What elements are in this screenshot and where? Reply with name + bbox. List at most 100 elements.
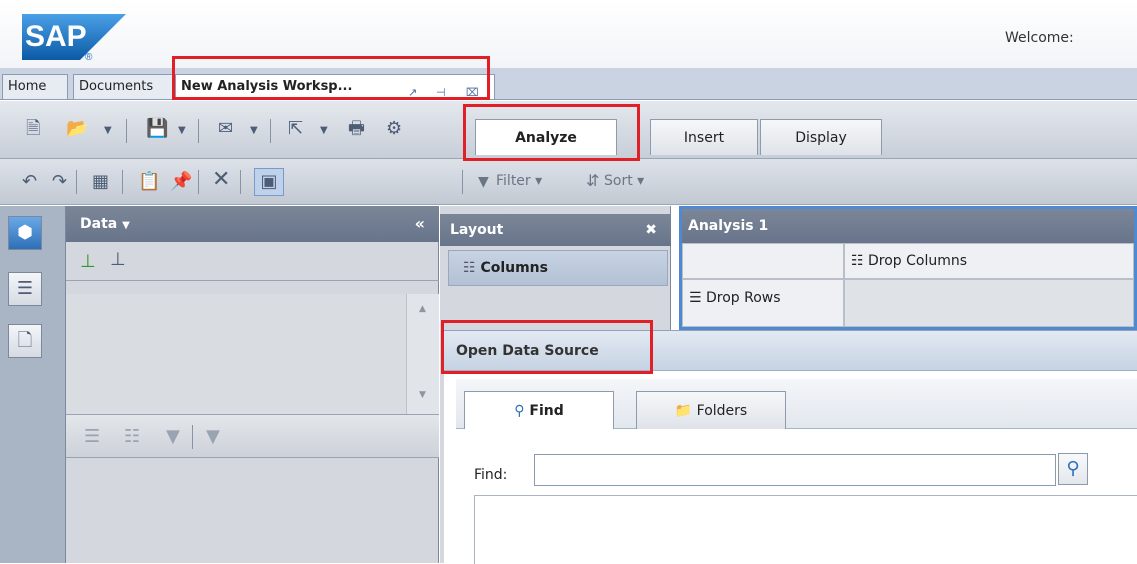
folder-icon: 📁 <box>674 403 693 419</box>
drop-columns-zone[interactable]: ☷ Drop Columns <box>844 243 1134 279</box>
analysis-title-bar: Analysis 1 <box>682 209 1134 243</box>
open-dropdown-icon[interactable]: ▼ <box>104 121 112 141</box>
save-dropdown-icon[interactable]: ▼ <box>178 121 186 141</box>
columns-section[interactable]: ☷ Columns <box>448 250 668 286</box>
separator <box>76 170 77 194</box>
filter-data-icon[interactable]: ▼ <box>166 427 180 447</box>
separator <box>126 119 127 143</box>
data-scrollbar[interactable]: ▲ ▼ <box>406 294 439 414</box>
sort-icon[interactable]: ⇵ <box>586 171 599 191</box>
drop-columns-icon: ☷ <box>851 253 864 269</box>
scroll-up-icon[interactable]: ▲ <box>419 304 426 314</box>
separator <box>198 170 199 194</box>
highlight-box-open-data-source <box>441 320 653 374</box>
data-dropdown-icon[interactable]: ▼ <box>122 220 130 231</box>
data-tree-area[interactable] <box>66 294 406 414</box>
separator <box>462 170 463 194</box>
highlight-box-analyze-tab <box>463 104 640 161</box>
drop-rows-zone[interactable]: ☰ Drop Rows <box>682 279 844 327</box>
export-dropdown-icon[interactable]: ▼ <box>320 121 328 141</box>
sort-menu[interactable]: Sort ▾ <box>604 173 644 189</box>
data-tools-bar: ☰ ☷ ▼ ▼ <box>66 414 439 458</box>
scroll-down-icon[interactable]: ▼ <box>419 390 426 400</box>
app-header: SAP ® Welcome: <box>0 0 1137 68</box>
collapse-panel-icon[interactable]: « <box>415 206 425 242</box>
data-area <box>844 279 1134 327</box>
find-input[interactable] <box>534 454 1056 486</box>
add-to-rows-icon[interactable]: ☰ <box>84 427 100 447</box>
columns-icon: ☷ <box>463 260 476 276</box>
columns-label: Columns <box>480 260 548 276</box>
export-icon[interactable]: ⇱ <box>288 119 303 139</box>
document-icon[interactable]: 🗋 <box>8 324 42 358</box>
separator <box>270 119 271 143</box>
tab-folders[interactable]: 📁 Folders <box>636 391 786 429</box>
redo-icon[interactable]: ↷ <box>52 172 67 192</box>
tab-insert[interactable]: Insert <box>650 119 758 155</box>
paste-icon[interactable]: 📌 <box>170 172 192 192</box>
tab-insert-label: Insert <box>683 130 725 146</box>
tab-home[interactable]: Home <box>2 74 68 99</box>
add-to-columns-icon[interactable]: ☷ <box>124 427 140 447</box>
email-dropdown-icon[interactable]: ▼ <box>250 121 258 141</box>
tab-home-label: Home <box>8 79 47 94</box>
svg-text:SAP: SAP <box>25 20 87 53</box>
search-results-list[interactable] <box>474 495 1137 564</box>
drop-rows-icon: ☰ <box>689 290 702 306</box>
open-folder-icon[interactable]: 📂 <box>66 119 88 139</box>
document-tab-bar: Home Documents New Analysis Worksp... ↗ … <box>0 68 1137 100</box>
welcome-text: Welcome: <box>1005 30 1074 46</box>
data-panel-header: Data ▼ « <box>66 206 439 242</box>
data-panel-title[interactable]: Data <box>80 216 117 232</box>
email-icon[interactable]: ✉ <box>218 119 233 139</box>
tab-find[interactable]: ⚲ Find <box>464 391 614 429</box>
separator <box>122 170 123 194</box>
tab-documents[interactable]: Documents <box>73 74 173 99</box>
filter-icon[interactable]: ▼ <box>478 172 489 192</box>
close-layout-icon[interactable]: ✖ <box>645 214 657 246</box>
data-panel: Data ▼ « ⊥ ⊥ ▲ ▼ ☰ ☷ ▼ ▼ <box>66 206 439 563</box>
settings-icon[interactable]: ⚙ <box>386 119 402 139</box>
add-data-source-icon[interactable]: ⊥ <box>80 252 96 272</box>
find-label: Find: <box>474 467 508 483</box>
highlight-box-workspace-tab <box>172 56 490 100</box>
new-document-icon[interactable]: 🗎 <box>26 119 40 139</box>
separator <box>198 119 199 143</box>
drop-columns-label: Drop Columns <box>868 253 968 269</box>
layout-panel-header: Layout ✖ <box>440 214 671 246</box>
filter-options-icon[interactable]: ▼ <box>206 427 220 447</box>
undo-icon[interactable]: ↶ <box>22 172 37 192</box>
sort-label: Sort <box>604 173 633 189</box>
secondary-toolbar: ↶ ↷ ▦ 📋 📌 ✕ ▣ ▼ Filter ▾ ⇵ Sort ▾ <box>0 159 1137 205</box>
properties-icon[interactable]: ☰ <box>8 272 42 306</box>
save-icon[interactable]: 💾 <box>146 119 168 139</box>
print-icon[interactable]: 🖶 <box>348 119 365 139</box>
drop-rows-label: Drop Rows <box>706 290 781 306</box>
filter-menu[interactable]: Filter ▾ <box>496 173 542 189</box>
sap-logo: SAP ® <box>22 14 126 63</box>
tab-display-label: Display <box>795 130 847 146</box>
toggle-panel-icon[interactable]: ▣ <box>254 168 284 196</box>
swap-axes-icon[interactable]: ▦ <box>92 172 109 192</box>
delete-icon[interactable]: ✕ <box>212 169 230 191</box>
divider <box>66 280 439 281</box>
svg-text:®: ® <box>85 52 93 60</box>
analysis-title: Analysis 1 <box>688 218 769 234</box>
dialog-body: ⚲ Find 📁 Folders Find: ⚲ <box>444 371 1137 564</box>
dialog-tab-strip: ⚲ Find 📁 Folders <box>456 379 1137 429</box>
separator <box>192 425 193 449</box>
tab-display[interactable]: Display <box>760 119 882 155</box>
grid-corner-cell <box>682 243 844 279</box>
layout-panel-title: Layout <box>450 222 504 238</box>
search-icon[interactable]: ⚲ <box>1058 453 1088 485</box>
side-icon-bar: ⬢ ☰ 🗋 <box>0 206 66 563</box>
copy-icon[interactable]: 📋 <box>138 172 160 192</box>
tab-folders-label: Folders <box>696 403 748 419</box>
find-magnifier-icon: ⚲ <box>514 403 525 419</box>
remove-data-source-icon[interactable]: ⊥ <box>110 250 126 270</box>
analysis-crosstab: Analysis 1 ☷ Drop Columns ☰ Drop Rows <box>679 206 1137 330</box>
data-cube-icon[interactable]: ⬢ <box>8 216 42 250</box>
tab-documents-label: Documents <box>79 79 154 94</box>
filter-label: Filter <box>496 173 531 189</box>
tab-find-label: Find <box>529 403 564 419</box>
